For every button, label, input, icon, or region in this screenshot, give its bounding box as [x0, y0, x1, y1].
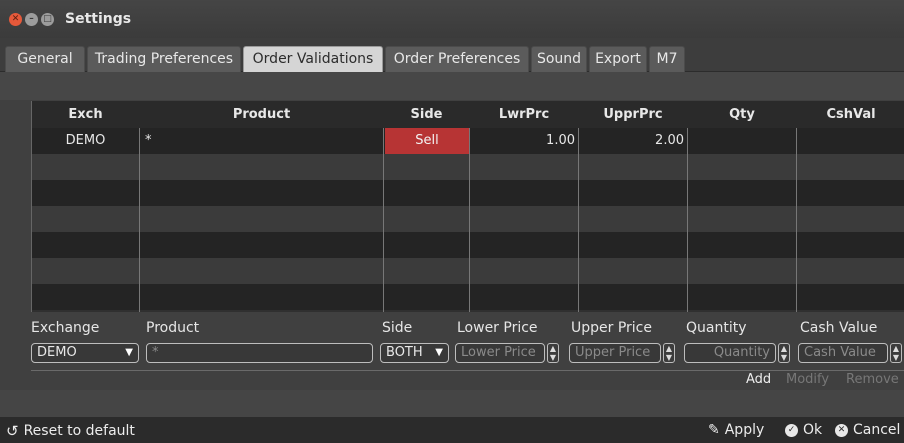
window-title: Settings	[65, 11, 132, 27]
edit-icon: ✎	[708, 422, 720, 438]
column-header-cshval[interactable]: CshVal	[797, 101, 904, 128]
modify-button[interactable]: Modify	[786, 372, 829, 387]
undo-icon: ↺	[6, 422, 19, 440]
lower-price-stepper-icon[interactable]: ▲ ▼	[547, 343, 559, 363]
chevron-down-icon: ▼	[125, 347, 133, 358]
tab-order-preferences[interactable]: Order Preferences	[385, 46, 529, 72]
side-label: Side	[382, 320, 413, 336]
tab-order-validations[interactable]: Order Validations	[243, 46, 383, 72]
table-row[interactable]: DEMO * Sell 1.00 2.00	[32, 128, 904, 154]
reset-label: Reset to default	[23, 423, 135, 439]
tab-trading-preferences[interactable]: Trading Preferences	[87, 46, 241, 72]
upper-price-input[interactable]: Upper Price	[569, 343, 661, 363]
ok-label: Ok	[803, 422, 823, 438]
panel-bottom-band	[0, 390, 904, 417]
cell-product: *	[145, 133, 152, 148]
table-row-empty	[32, 258, 904, 284]
remove-button[interactable]: Remove	[846, 372, 899, 387]
order-validations-panel: Exch Product Side LwrPrc UpprPrc Qty Csh…	[0, 72, 904, 417]
cancel-button[interactable]: ✕ Cancel	[835, 422, 900, 438]
tab-general[interactable]: General	[5, 46, 85, 72]
table-header: Exch Product Side LwrPrc UpprPrc Qty Csh…	[32, 101, 904, 128]
tab-export[interactable]: Export	[589, 46, 647, 72]
product-label: Product	[146, 320, 200, 336]
column-divider	[687, 128, 688, 312]
column-header-lwrprc[interactable]: LwrPrc	[470, 101, 578, 128]
cell-exch: DEMO	[65, 133, 106, 148]
check-circle-icon: ✓	[785, 423, 798, 437]
maximize-icon[interactable]: □	[41, 12, 54, 26]
table-row-empty	[32, 232, 904, 258]
tab-bar: General Trading Preferences Order Valida…	[0, 38, 904, 72]
cash-value-stepper-icon[interactable]: ▲ ▼	[890, 343, 902, 363]
tab-sound[interactable]: Sound	[531, 46, 587, 72]
cell-lwrprc: 1.00	[546, 133, 575, 148]
upper-price-label: Upper Price	[571, 320, 652, 336]
form-divider	[31, 370, 904, 371]
quantity-label: Quantity	[686, 320, 747, 336]
lower-price-input[interactable]: Lower Price	[455, 343, 545, 363]
apply-button[interactable]: ✎ Apply	[708, 422, 764, 438]
validations-table[interactable]: Exch Product Side LwrPrc UpprPrc Qty Csh…	[31, 101, 904, 312]
quantity-input[interactable]: Quantity	[684, 343, 776, 363]
column-divider	[796, 128, 797, 312]
close-icon[interactable]: ✕	[9, 12, 22, 26]
reset-to-default-button[interactable]: ↺ Reset to default	[6, 422, 135, 440]
x-circle-icon: ✕	[835, 423, 848, 437]
upper-price-stepper-icon[interactable]: ▲ ▼	[663, 343, 675, 363]
column-divider	[139, 128, 140, 312]
table-row-empty	[32, 154, 904, 180]
exchange-dropdown[interactable]: DEMO ▼	[31, 343, 139, 363]
table-row-empty	[32, 206, 904, 232]
tab-m7[interactable]: M7	[649, 46, 685, 72]
cell-cshval	[797, 128, 904, 154]
table-row-empty	[32, 284, 904, 310]
add-button[interactable]: Add	[746, 372, 771, 387]
column-divider	[578, 128, 579, 312]
column-divider	[469, 128, 470, 312]
ok-button[interactable]: ✓ Ok	[785, 422, 822, 438]
cell-side-sell: Sell	[385, 128, 469, 154]
column-header-side[interactable]: Side	[384, 101, 469, 128]
column-header-upprprc[interactable]: UpprPrc	[579, 101, 687, 128]
cash-value-label: Cash Value	[800, 320, 878, 336]
minimize-icon[interactable]: –	[25, 12, 38, 26]
apply-label: Apply	[724, 422, 765, 438]
quantity-stepper-icon[interactable]: ▲ ▼	[778, 343, 790, 363]
footer-bar: ↺ Reset to default ✎ Apply ✓ Ok ✕ Cancel	[0, 417, 904, 443]
exchange-label: Exchange	[31, 320, 100, 336]
side-dropdown[interactable]: BOTH ▼	[380, 343, 449, 363]
product-input[interactable]: *	[146, 343, 373, 363]
column-divider	[383, 128, 384, 312]
cash-value-input[interactable]: Cash Value	[798, 343, 888, 363]
cell-qty	[688, 128, 796, 154]
column-header-qty[interactable]: Qty	[688, 101, 796, 128]
lower-price-label: Lower Price	[457, 320, 538, 336]
panel-top-band	[0, 72, 904, 100]
column-header-product[interactable]: Product	[140, 101, 383, 128]
cell-upprprc: 2.00	[655, 133, 684, 148]
exchange-dropdown-value: DEMO	[37, 345, 77, 360]
chevron-down-icon: ▼	[435, 347, 443, 358]
cancel-label: Cancel	[853, 422, 901, 438]
title-bar: ✕ – □ Settings	[0, 0, 904, 38]
column-header-exch[interactable]: Exch	[32, 101, 139, 128]
table-row-empty	[32, 180, 904, 206]
side-dropdown-value: BOTH	[386, 345, 423, 360]
